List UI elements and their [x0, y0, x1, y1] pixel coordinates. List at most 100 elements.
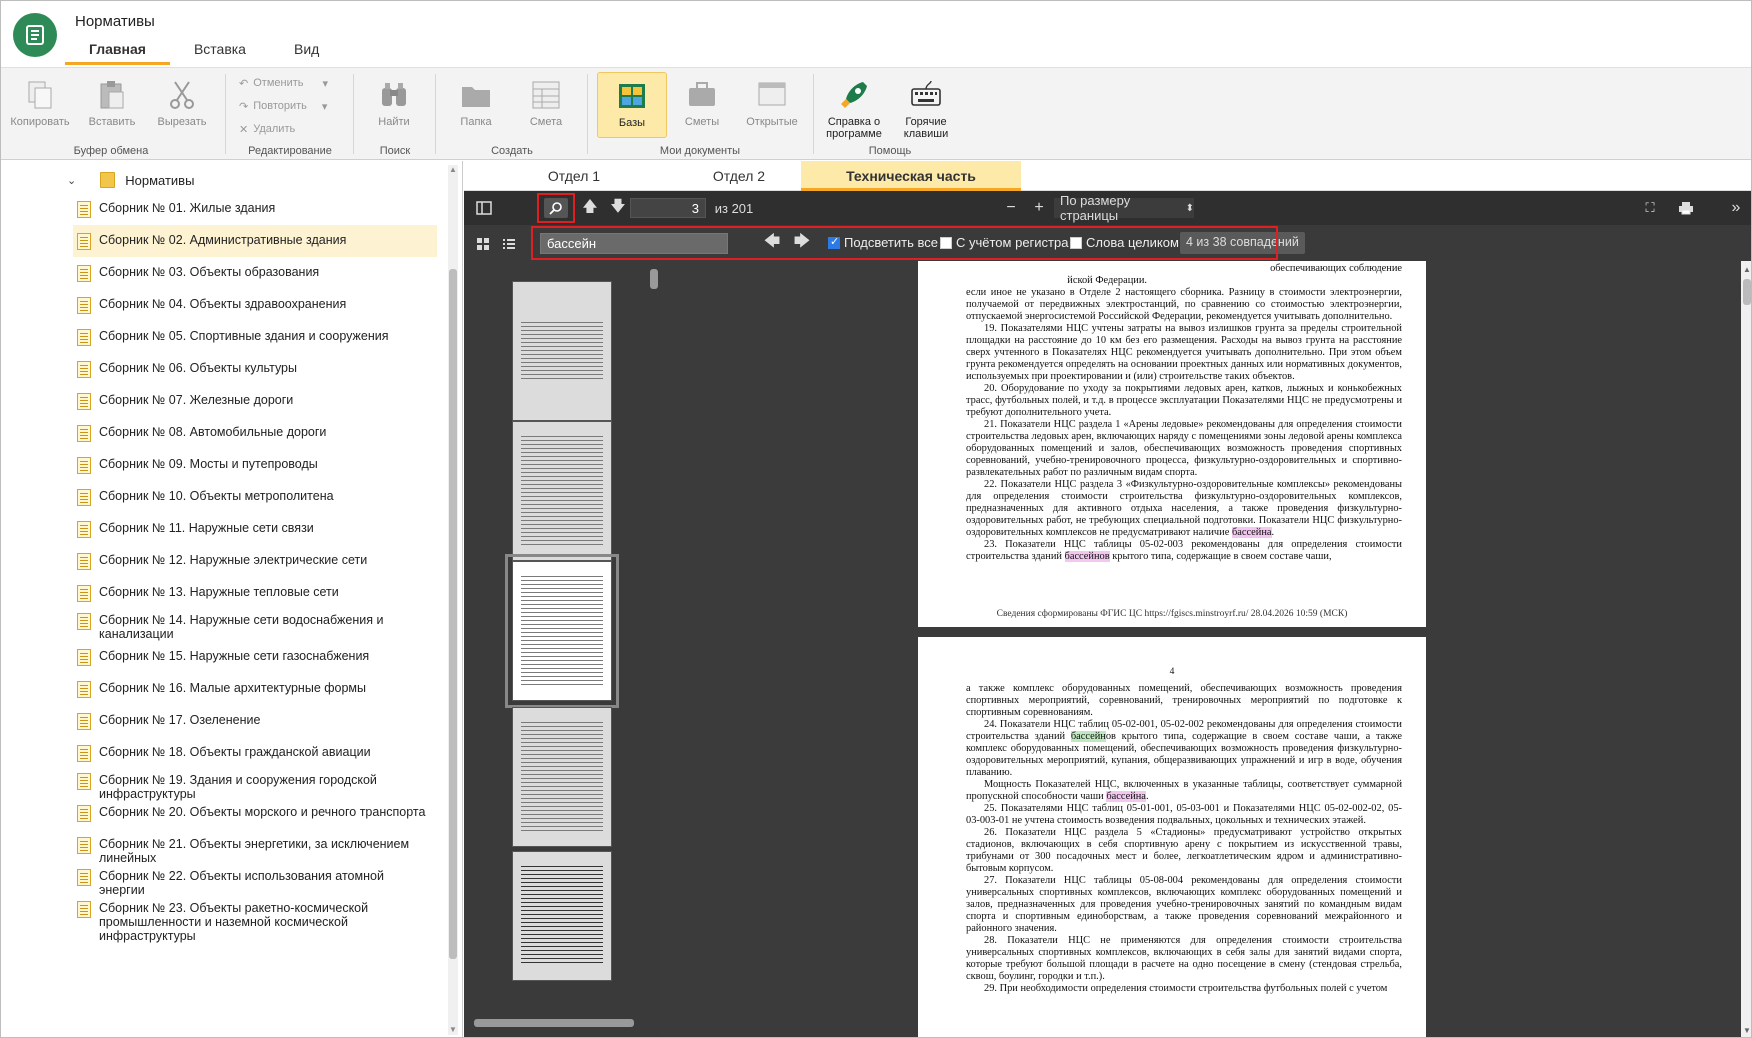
thumbnail-lines [521, 866, 603, 966]
tab-home[interactable]: Главная [65, 37, 170, 65]
chevron-down-icon[interactable]: ⌄ [67, 174, 76, 187]
estimate-icon [532, 81, 560, 109]
navigation-tree: ⌄ Нормативы Сборник № 01. Жилые здания Сб… [1, 161, 463, 1037]
new-estimate-button[interactable]: Смета [511, 72, 581, 138]
tree-item[interactable]: Сборник № 12. Наружные электрические сет… [73, 549, 437, 574]
tree-root[interactable]: ⌄ Нормативы [67, 169, 194, 191]
document-icon [77, 553, 91, 570]
undo-button[interactable]: ↶ Отменить ▾ [239, 74, 328, 92]
tree-item-label: Сборник № 18. Объекты гражданской авиаци… [99, 745, 371, 759]
tree-item[interactable]: Сборник № 22. Объекты использования атом… [73, 865, 437, 901]
thumbnail-view-icon[interactable] [474, 234, 492, 254]
tree-item[interactable]: Сборник № 03. Объекты образования [73, 261, 437, 286]
group-label-edit: Редактирование [248, 145, 332, 157]
paragraph: а также комплекс оборудованных помещений… [966, 683, 1402, 718]
app-logo[interactable] [13, 13, 57, 57]
sidebar-toggle-icon[interactable] [474, 198, 494, 218]
copy-icon [28, 81, 52, 109]
new-folder-button[interactable]: Папка [441, 72, 511, 138]
redo-button[interactable]: ↷ Повторить ▾ [239, 97, 327, 115]
zoom-out-icon[interactable]: − [1002, 198, 1020, 218]
tree-item[interactable]: Сборник № 21. Объекты энергетики, за иск… [73, 833, 437, 869]
thumbnail-hscrollbar-thumb[interactable] [474, 1019, 634, 1027]
tree-scrollbar[interactable]: ▲ ▼ [448, 165, 458, 1035]
page-thumbnail[interactable] [512, 851, 612, 981]
bases-label: Базы [618, 117, 646, 129]
group-edit: ↶ Отменить ▾ ↷ Повторить ▾ ✕ Удалить Редактир… [227, 68, 353, 161]
scroll-up-icon[interactable]: ▲ [1743, 265, 1751, 274]
tree-item[interactable]: Сборник № 20. Объекты морского и речного… [73, 801, 437, 826]
chevron-down-icon: ▾ [322, 77, 329, 90]
print-icon[interactable] [1675, 198, 1697, 218]
scroll-up-icon[interactable]: ▲ [449, 165, 457, 175]
group-mydocs: Базы Сметы Открытые Мои документы [589, 68, 811, 161]
tree-item[interactable]: Сборник № 15. Наружные сети газоснабжени… [73, 645, 437, 670]
search-match: бассейна [1106, 791, 1146, 802]
tab-insert[interactable]: Вставка [170, 37, 270, 65]
paste-label: Вставить [88, 116, 136, 128]
tree-item[interactable]: Сборник № 01. Жилые здания [73, 197, 437, 222]
tab-view[interactable]: Вид [270, 37, 343, 65]
tree-item[interactable]: Сборник № 19. Здания и сооружения городс… [73, 769, 437, 805]
scroll-down-icon[interactable]: ▼ [1743, 1026, 1751, 1035]
page-thumbnail[interactable] [512, 707, 612, 847]
zoom-in-icon[interactable]: + [1030, 198, 1048, 218]
divider [435, 74, 436, 154]
thumbnail-scrollbar-thumb[interactable] [650, 269, 658, 289]
paragraph: 25. Показателями НЦС таблиц 05-01-001, 0… [966, 803, 1402, 826]
divider [353, 74, 354, 154]
cut-button[interactable]: Вырезать [147, 72, 217, 138]
tree-item[interactable]: Сборник № 13. Наружные тепловые сети [73, 581, 437, 606]
find-button[interactable]: Найти [359, 72, 429, 138]
estimate-label: Смета [529, 116, 563, 128]
document-scrollbar-thumb[interactable] [1743, 279, 1751, 305]
estimates-button[interactable]: Сметы [667, 72, 737, 138]
viewer-toolbar: 🡅 🡇 из 201 − + По размеру страницы ⬍ ⛶ » [464, 191, 1751, 225]
delete-button[interactable]: ✕ Удалить [239, 120, 295, 138]
bases-button[interactable]: Базы [597, 72, 667, 138]
previous-page-icon[interactable]: 🡅 [580, 198, 600, 218]
copy-button[interactable]: Копировать [5, 72, 75, 138]
page-number-input[interactable] [630, 198, 706, 218]
document-scrollbar[interactable]: ▲ ▼ [1741, 261, 1751, 1037]
tree-item[interactable]: Сборник № 04. Объекты здравоохранения [73, 293, 437, 318]
paragraph-text: 22. Показатели НЦС раздела 3 «Физкультур… [966, 479, 1402, 538]
group-create: Папка Смета Создать [437, 68, 587, 161]
paragraph: 27. Показатели НЦС таблицы 05-08-004 рек… [966, 875, 1402, 934]
about-button[interactable]: Справка о программе [819, 72, 889, 140]
tab-technical-part[interactable]: Техническая часть [801, 161, 1021, 191]
paste-button[interactable]: Вставить [77, 72, 147, 138]
tree-item[interactable]: Сборник № 09. Мосты и путепроводы [73, 453, 437, 478]
page-thumbnail-current[interactable] [505, 554, 619, 708]
tree-scrollbar-thumb[interactable] [449, 269, 457, 959]
hotkeys-button[interactable]: Горячие клавиши [891, 72, 961, 140]
tree-root-label: Нормативы [125, 172, 195, 188]
paragraph: 23. Показатели НЦС таблицы 05-02-003 рек… [966, 539, 1402, 563]
scroll-down-icon[interactable]: ▼ [449, 1025, 457, 1035]
tree-item[interactable]: Сборник № 02. Административные здания [73, 225, 437, 257]
tree-item[interactable]: Сборник № 07. Железные дороги [73, 389, 437, 414]
tree-item[interactable]: Сборник № 06. Объекты культуры [73, 357, 437, 382]
tree-item[interactable]: Сборник № 14. Наружные сети водоснабжени… [73, 609, 437, 645]
tree-item[interactable]: Сборник № 11. Наружные сети связи [73, 517, 437, 542]
tree-item[interactable]: Сборник № 10. Объекты метрополитена [73, 485, 437, 510]
folder-label: Папка [460, 116, 492, 128]
document-icon [77, 457, 91, 474]
tree-item[interactable]: Сборник № 17. Озеленение [73, 709, 437, 734]
tree-item[interactable]: Сборник № 18. Объекты гражданской авиаци… [73, 741, 437, 766]
page-thumbnail[interactable] [512, 281, 612, 421]
paragraph: 19. Показателями НЦС учтены затраты на в… [966, 323, 1402, 382]
opened-button[interactable]: Открытые [737, 72, 807, 138]
paragraph: 22. Показатели НЦС раздела 3 «Физкультур… [966, 479, 1402, 538]
next-page-icon[interactable]: 🡇 [608, 198, 628, 218]
tree-item[interactable]: Сборник № 05. Спортивные здания и сооруж… [73, 325, 437, 350]
tree-item[interactable]: Сборник № 23. Объекты ракетно-космическо… [73, 897, 437, 947]
tree-item[interactable]: Сборник № 16. Малые архитектурные формы [73, 677, 437, 702]
more-tools-icon[interactable]: » [1726, 198, 1746, 218]
fullscreen-icon[interactable]: ⛶ [1640, 198, 1660, 218]
zoom-select[interactable]: По размеру страницы ⬍ [1054, 193, 1194, 223]
outline-view-icon[interactable] [500, 234, 518, 254]
tree-item-label: Сборник № 03. Объекты образования [99, 265, 320, 279]
tree-item[interactable]: Сборник № 08. Автомобильные дороги [73, 421, 437, 446]
page-thumbnail[interactable] [512, 421, 612, 561]
